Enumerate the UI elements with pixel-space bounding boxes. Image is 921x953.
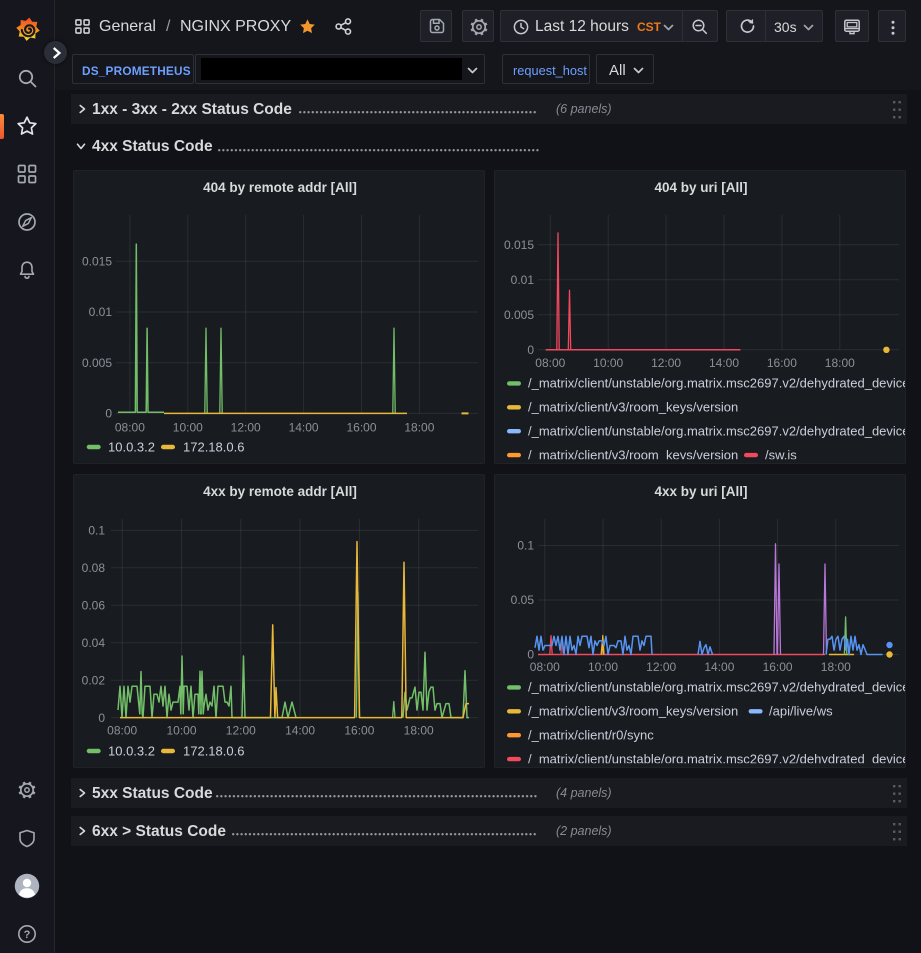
svg-text:/sw.js: /sw.js bbox=[765, 447, 797, 462]
svg-text:/_matrix/client/unstable/org.m: /_matrix/client/unstable/org.matrix.msc2… bbox=[528, 680, 906, 695]
svg-text:0.015: 0.015 bbox=[82, 255, 112, 269]
svg-text:/_matrix/client/v3/room_keys/v: /_matrix/client/v3/room_keys/version bbox=[528, 447, 738, 462]
svg-text:/api/live/ws: /api/live/ws bbox=[769, 704, 833, 719]
svg-text:08:00: 08:00 bbox=[107, 724, 137, 738]
svg-text:/_matrix/client/v3/room_keys/v: /_matrix/client/v3/room_keys/version bbox=[528, 400, 738, 415]
svg-text:16:00: 16:00 bbox=[767, 356, 797, 370]
svg-text:12:00: 12:00 bbox=[231, 421, 261, 435]
svg-text:4xx by uri [All]: 4xx by uri [All] bbox=[654, 484, 747, 499]
svg-text:0.05: 0.05 bbox=[511, 593, 535, 607]
svg-text:/_matrix/client/unstable/org.m: /_matrix/client/unstable/org.matrix.msc2… bbox=[528, 424, 906, 439]
svg-text:0.04: 0.04 bbox=[82, 636, 106, 650]
svg-text:/_matrix/client/unstable/org.m: /_matrix/client/unstable/org.matrix.msc2… bbox=[528, 751, 906, 766]
svg-text:0.01: 0.01 bbox=[511, 273, 535, 287]
svg-text:/_matrix/client/unstable/org.m: /_matrix/client/unstable/org.matrix.msc2… bbox=[528, 376, 906, 391]
svg-text:10:00: 10:00 bbox=[588, 660, 618, 674]
svg-text:16:00: 16:00 bbox=[344, 724, 374, 738]
svg-text:14:00: 14:00 bbox=[285, 724, 315, 738]
svg-text:10.0.3.2: 10.0.3.2 bbox=[108, 743, 155, 758]
svg-text:14:00: 14:00 bbox=[704, 660, 734, 674]
svg-text:4xx by remote addr [All]: 4xx by remote addr [All] bbox=[203, 484, 357, 499]
svg-text:0: 0 bbox=[105, 407, 112, 421]
svg-text:12:00: 12:00 bbox=[646, 660, 676, 674]
svg-text:172.18.0.6: 172.18.0.6 bbox=[183, 743, 244, 758]
svg-text:0.015: 0.015 bbox=[504, 238, 534, 252]
svg-text:404 by uri [All]: 404 by uri [All] bbox=[654, 180, 747, 195]
svg-text:10.0.3.2: 10.0.3.2 bbox=[108, 439, 155, 454]
svg-text:0.02: 0.02 bbox=[82, 673, 106, 687]
svg-text:0.005: 0.005 bbox=[82, 356, 112, 370]
svg-text:08:00: 08:00 bbox=[535, 356, 565, 370]
svg-text:12:00: 12:00 bbox=[226, 724, 256, 738]
svg-text:10:00: 10:00 bbox=[166, 724, 196, 738]
svg-text:0.1: 0.1 bbox=[88, 524, 105, 538]
svg-text:18:00: 18:00 bbox=[404, 421, 434, 435]
svg-text:0.1: 0.1 bbox=[517, 539, 534, 553]
svg-text:12:00: 12:00 bbox=[651, 356, 681, 370]
svg-text:?: ? bbox=[24, 929, 31, 941]
svg-text:08:00: 08:00 bbox=[530, 660, 560, 674]
svg-text:404 by remote addr [All]: 404 by remote addr [All] bbox=[203, 180, 357, 195]
svg-text:0: 0 bbox=[527, 343, 534, 357]
svg-text:08:00: 08:00 bbox=[115, 421, 145, 435]
svg-text:0: 0 bbox=[98, 711, 105, 725]
svg-text:16:00: 16:00 bbox=[346, 421, 376, 435]
svg-text:16:00: 16:00 bbox=[763, 660, 793, 674]
svg-text:/_matrix/client/v3/room_keys/v: /_matrix/client/v3/room_keys/version bbox=[528, 704, 738, 719]
svg-text:10:00: 10:00 bbox=[173, 421, 203, 435]
svg-text:10:00: 10:00 bbox=[593, 356, 623, 370]
svg-text:18:00: 18:00 bbox=[404, 724, 434, 738]
svg-text:14:00: 14:00 bbox=[289, 421, 319, 435]
svg-text:0.01: 0.01 bbox=[89, 305, 113, 319]
svg-text:/_matrix/client/r0/sync: /_matrix/client/r0/sync bbox=[528, 728, 654, 743]
svg-text:0.06: 0.06 bbox=[82, 599, 106, 613]
svg-text:0.08: 0.08 bbox=[82, 561, 106, 575]
svg-text:14:00: 14:00 bbox=[709, 356, 739, 370]
svg-text:18:00: 18:00 bbox=[821, 660, 851, 674]
svg-text:172.18.0.6: 172.18.0.6 bbox=[183, 439, 244, 454]
svg-text:0.005: 0.005 bbox=[504, 308, 534, 322]
svg-text:18:00: 18:00 bbox=[825, 356, 855, 370]
